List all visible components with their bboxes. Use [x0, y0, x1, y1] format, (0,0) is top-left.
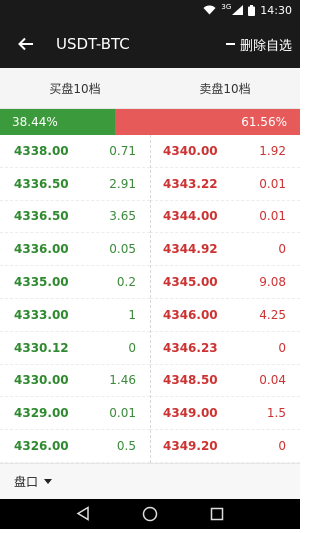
battery-icon	[248, 4, 256, 16]
ask-row[interactable]: 4346.23 0	[150, 332, 300, 365]
bid-row[interactable]: 4336.00 0.05	[0, 233, 150, 267]
bid-row-quantity: 1	[128, 307, 136, 322]
ask-row-price: 4344.00	[163, 209, 218, 224]
ask-row-quantity: 0	[278, 340, 286, 355]
bid-row-price: 4330.00	[14, 373, 69, 388]
app-bar: USDT-BTC 删除自选	[0, 20, 300, 68]
ask-row-quantity: 0	[278, 439, 286, 454]
bid-row-price: 4336.50	[14, 176, 69, 191]
tab-sell-depth[interactable]: 卖盘10档	[150, 68, 300, 108]
square-recent-icon	[210, 507, 223, 521]
bid-row-price: 4330.12	[14, 340, 69, 355]
ask-row-price: 4349.20	[163, 439, 218, 454]
back-button[interactable]	[14, 32, 38, 56]
ask-row-quantity: 0.01	[259, 209, 286, 224]
bid-row-quantity: 0.01	[109, 406, 136, 421]
bid-row[interactable]: 4330.00 1.46	[0, 365, 150, 398]
arrow-left-icon	[18, 37, 33, 51]
bid-row-quantity: 0	[128, 340, 136, 355]
ask-row[interactable]: 4349.00 1.5	[150, 397, 300, 431]
handicap-selector[interactable]: 盘口	[0, 462, 300, 499]
bid-row[interactable]: 4330.12 0	[0, 332, 150, 365]
wifi-icon	[203, 5, 216, 15]
ask-row-quantity: 1.5	[266, 406, 286, 421]
bid-row[interactable]: 4338.00 0.71	[0, 135, 150, 168]
bid-row-quantity: 2.91	[109, 176, 136, 191]
bid-row[interactable]: 4336.50 3.65	[0, 201, 150, 234]
remove-favorite-label: 删除自选	[239, 38, 292, 54]
bid-row-quantity: 0.5	[116, 439, 136, 454]
ask-row-quantity: 0	[278, 242, 286, 257]
order-book: 4338.00 0.71 4336.50 2.91 4336.50 3.65 4336.00…	[0, 135, 300, 463]
bid-row-quantity: 1.46	[109, 373, 136, 388]
ask-row-quantity: 1.92	[259, 143, 286, 158]
handicap-label: 盘口	[14, 474, 39, 489]
bid-row-quantity: 3.65	[109, 209, 136, 224]
ask-row-price: 4340.00	[163, 143, 218, 158]
tab-buy-depth[interactable]: 买盘10档	[0, 68, 150, 108]
ask-row-quantity: 0.01	[259, 176, 286, 191]
bid-row[interactable]: 4333.00 1	[0, 299, 150, 332]
ask-row[interactable]: 4344.92 0	[150, 233, 300, 267]
signal-icon	[232, 5, 244, 15]
bid-row-price: 4338.00	[14, 143, 69, 158]
bids-column: 4338.00 0.71 4336.50 2.91 4336.50 3.65 4336.00…	[0, 135, 150, 463]
bid-row[interactable]: 4336.50 2.91	[0, 168, 150, 201]
ask-row[interactable]: 4349.20 0	[150, 430, 300, 463]
remove-favorite-button[interactable]: 删除自选	[225, 35, 292, 54]
bid-row-price: 4335.00	[14, 275, 69, 290]
system-nav-bar	[0, 498, 300, 529]
nav-recent-button[interactable]	[208, 505, 226, 523]
depth-tabs: 买盘10档 卖盘10档	[0, 68, 300, 109]
bid-row[interactable]: 4335.00 0.2	[0, 266, 150, 299]
ask-row-price: 4344.92	[163, 242, 218, 257]
bid-row-quantity: 0.71	[109, 143, 136, 158]
ask-row[interactable]: 4344.00 0.01	[150, 201, 300, 234]
minus-icon	[225, 43, 235, 45]
ask-row-quantity: 9.08	[259, 275, 286, 290]
bid-row-price: 4329.00	[14, 406, 69, 421]
bid-row-price: 4336.00	[14, 242, 69, 257]
nav-back-button[interactable]	[74, 505, 92, 523]
bid-row-price: 4326.00	[14, 439, 69, 454]
ask-row-price: 4348.50	[163, 373, 218, 388]
ask-row-quantity: 4.25	[259, 307, 286, 322]
ask-row-price: 4343.22	[163, 176, 218, 191]
ask-row[interactable]: 4346.00 4.25	[150, 299, 300, 332]
ask-row[interactable]: 4345.00 9.08	[150, 266, 300, 299]
triangle-back-icon	[76, 506, 90, 522]
asks-column: 4340.00 1.92 4343.22 0.01 4344.00 0.01 4344.92…	[150, 135, 300, 463]
bid-row-quantity: 0.2	[116, 275, 136, 290]
nav-home-button[interactable]	[141, 505, 159, 523]
ask-row-price: 4346.23	[163, 340, 218, 355]
column-divider	[150, 135, 151, 463]
status-bar: 3G 14:30	[0, 0, 300, 20]
network-type: 3G	[221, 3, 232, 11]
bid-row-price: 4333.00	[14, 307, 69, 322]
buy-ratio: 38.44%	[0, 109, 116, 135]
ask-row-price: 4346.00	[163, 307, 218, 322]
buy-sell-ratio-bar: 38.44% 61.56%	[0, 109, 300, 135]
circle-home-icon	[142, 506, 158, 522]
bid-row[interactable]: 4326.00 0.5	[0, 430, 150, 463]
ask-row-price: 4349.00	[163, 406, 218, 421]
sell-ratio: 61.56%	[115, 109, 300, 135]
ask-row[interactable]: 4343.22 0.01	[150, 168, 300, 201]
bid-row[interactable]: 4329.00 0.01	[0, 397, 150, 431]
clock: 14:30	[260, 3, 292, 17]
ask-row[interactable]: 4340.00 1.92	[150, 135, 300, 168]
page-title: USDT-BTC	[56, 35, 130, 53]
bid-row-price: 4336.50	[14, 209, 69, 224]
caret-down-icon	[44, 478, 53, 484]
ask-row[interactable]: 4348.50 0.04	[150, 365, 300, 398]
bid-row-quantity: 0.05	[109, 242, 136, 257]
ask-row-quantity: 0.04	[259, 373, 286, 388]
ask-row-price: 4345.00	[163, 275, 218, 290]
